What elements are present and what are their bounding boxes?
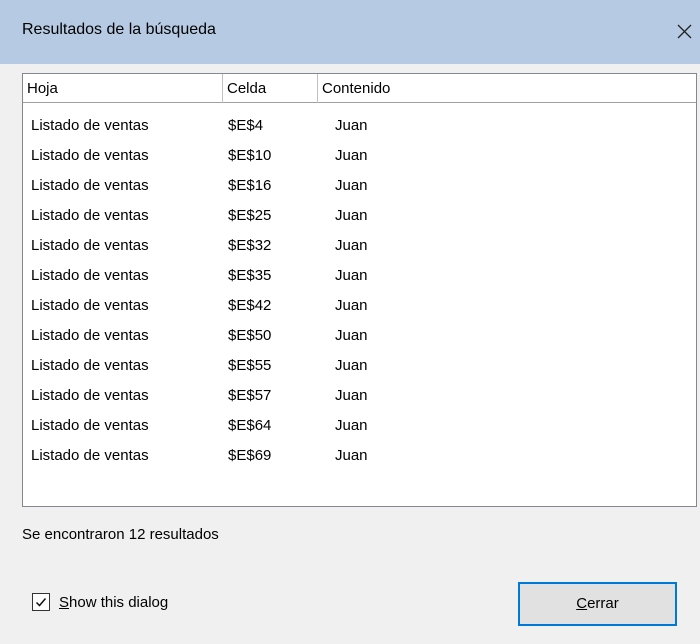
- cell-reference: $E$69: [228, 447, 272, 464]
- cell-reference: $E$42: [228, 297, 272, 314]
- table-body: Listado de ventas $E$4 Juan Listado de vent…: [23, 111, 696, 471]
- cell-content: Juan: [335, 297, 368, 314]
- cell-reference: $E$64: [228, 417, 272, 434]
- search-results-dialog: Resultados de la búsqueda Hoja Celda Con…: [0, 0, 700, 644]
- show-dialog-label: Show this dialog: [59, 594, 168, 611]
- cell-content: Juan: [335, 357, 368, 374]
- cell-sheet: Listado de ventas: [31, 237, 149, 254]
- table-row[interactable]: Listado de ventas $E$64 Juan: [23, 411, 696, 441]
- close-icon: [677, 24, 692, 39]
- cell-content: Juan: [335, 267, 368, 284]
- cell-sheet: Listado de ventas: [31, 417, 149, 434]
- cell-reference: $E$57: [228, 387, 272, 404]
- column-header-content[interactable]: Contenido: [318, 74, 696, 103]
- cell-sheet: Listado de ventas: [31, 117, 149, 134]
- cell-reference: $E$10: [228, 147, 272, 164]
- cell-sheet: Listado de ventas: [31, 327, 149, 344]
- table-header: Hoja Celda Contenido: [23, 74, 696, 103]
- results-count: Se encontraron 12 resultados: [22, 526, 219, 543]
- cell-reference: $E$4: [228, 117, 264, 134]
- cell-reference: $E$25: [228, 207, 272, 224]
- table-row[interactable]: Listado de ventas $E$32 Juan: [23, 231, 696, 261]
- table-row[interactable]: Listado de ventas $E$50 Juan: [23, 321, 696, 351]
- cell-sheet: Listado de ventas: [31, 447, 149, 464]
- cell-sheet: Listado de ventas: [31, 387, 149, 404]
- title-bar: Resultados de la búsqueda: [0, 0, 700, 64]
- cell-content: Juan: [335, 207, 368, 224]
- cell-reference: $E$32: [228, 237, 272, 254]
- cell-content: Juan: [335, 237, 368, 254]
- cell-content: Juan: [335, 447, 368, 464]
- show-dialog-label-rest: how this dialog: [69, 594, 169, 611]
- close-window-button[interactable]: [668, 14, 700, 50]
- cell-content: Juan: [335, 177, 368, 194]
- cell-sheet: Listado de ventas: [31, 207, 149, 224]
- table-row[interactable]: Listado de ventas $E$16 Juan: [23, 171, 696, 201]
- cell-reference: $E$35: [228, 267, 272, 284]
- table-row[interactable]: Listado de ventas $E$25 Juan: [23, 201, 696, 231]
- cell-content: Juan: [335, 117, 368, 134]
- cell-sheet: Listado de ventas: [31, 177, 149, 194]
- column-header-sheet[interactable]: Hoja: [23, 74, 223, 103]
- cell-sheet: Listado de ventas: [31, 357, 149, 374]
- close-button-label-rest: errar: [587, 595, 619, 612]
- cell-sheet: Listado de ventas: [31, 147, 149, 164]
- table-row[interactable]: Listado de ventas $E$57 Juan: [23, 381, 696, 411]
- results-table[interactable]: Hoja Celda Contenido Listado de ventas $E…: [22, 73, 697, 507]
- column-header-cell[interactable]: Celda: [223, 74, 318, 103]
- table-row[interactable]: Listado de ventas $E$10 Juan: [23, 141, 696, 171]
- close-button-mnemonic: C: [576, 595, 588, 612]
- show-dialog-mnemonic: S: [59, 594, 70, 611]
- cell-reference: $E$16: [228, 177, 272, 194]
- cell-sheet: Listado de ventas: [31, 267, 149, 284]
- checkmark-icon: [35, 598, 47, 607]
- checkbox-box[interactable]: [32, 593, 50, 611]
- window-title: Resultados de la búsqueda: [22, 21, 216, 38]
- cell-content: Juan: [335, 417, 368, 434]
- table-row[interactable]: Listado de ventas $E$42 Juan: [23, 291, 696, 321]
- table-row[interactable]: Listado de ventas $E$55 Juan: [23, 351, 696, 381]
- table-row[interactable]: Listado de ventas $E$4 Juan: [23, 111, 696, 141]
- table-row[interactable]: Listado de ventas $E$35 Juan: [23, 261, 696, 291]
- cell-sheet: Listado de ventas: [31, 297, 149, 314]
- cell-content: Juan: [335, 387, 368, 404]
- cell-content: Juan: [335, 147, 368, 164]
- close-button[interactable]: Cerrar: [518, 582, 677, 626]
- cell-reference: $E$55: [228, 357, 272, 374]
- table-row[interactable]: Listado de ventas $E$69 Juan: [23, 441, 696, 471]
- cell-content: Juan: [335, 327, 368, 344]
- cell-reference: $E$50: [228, 327, 272, 344]
